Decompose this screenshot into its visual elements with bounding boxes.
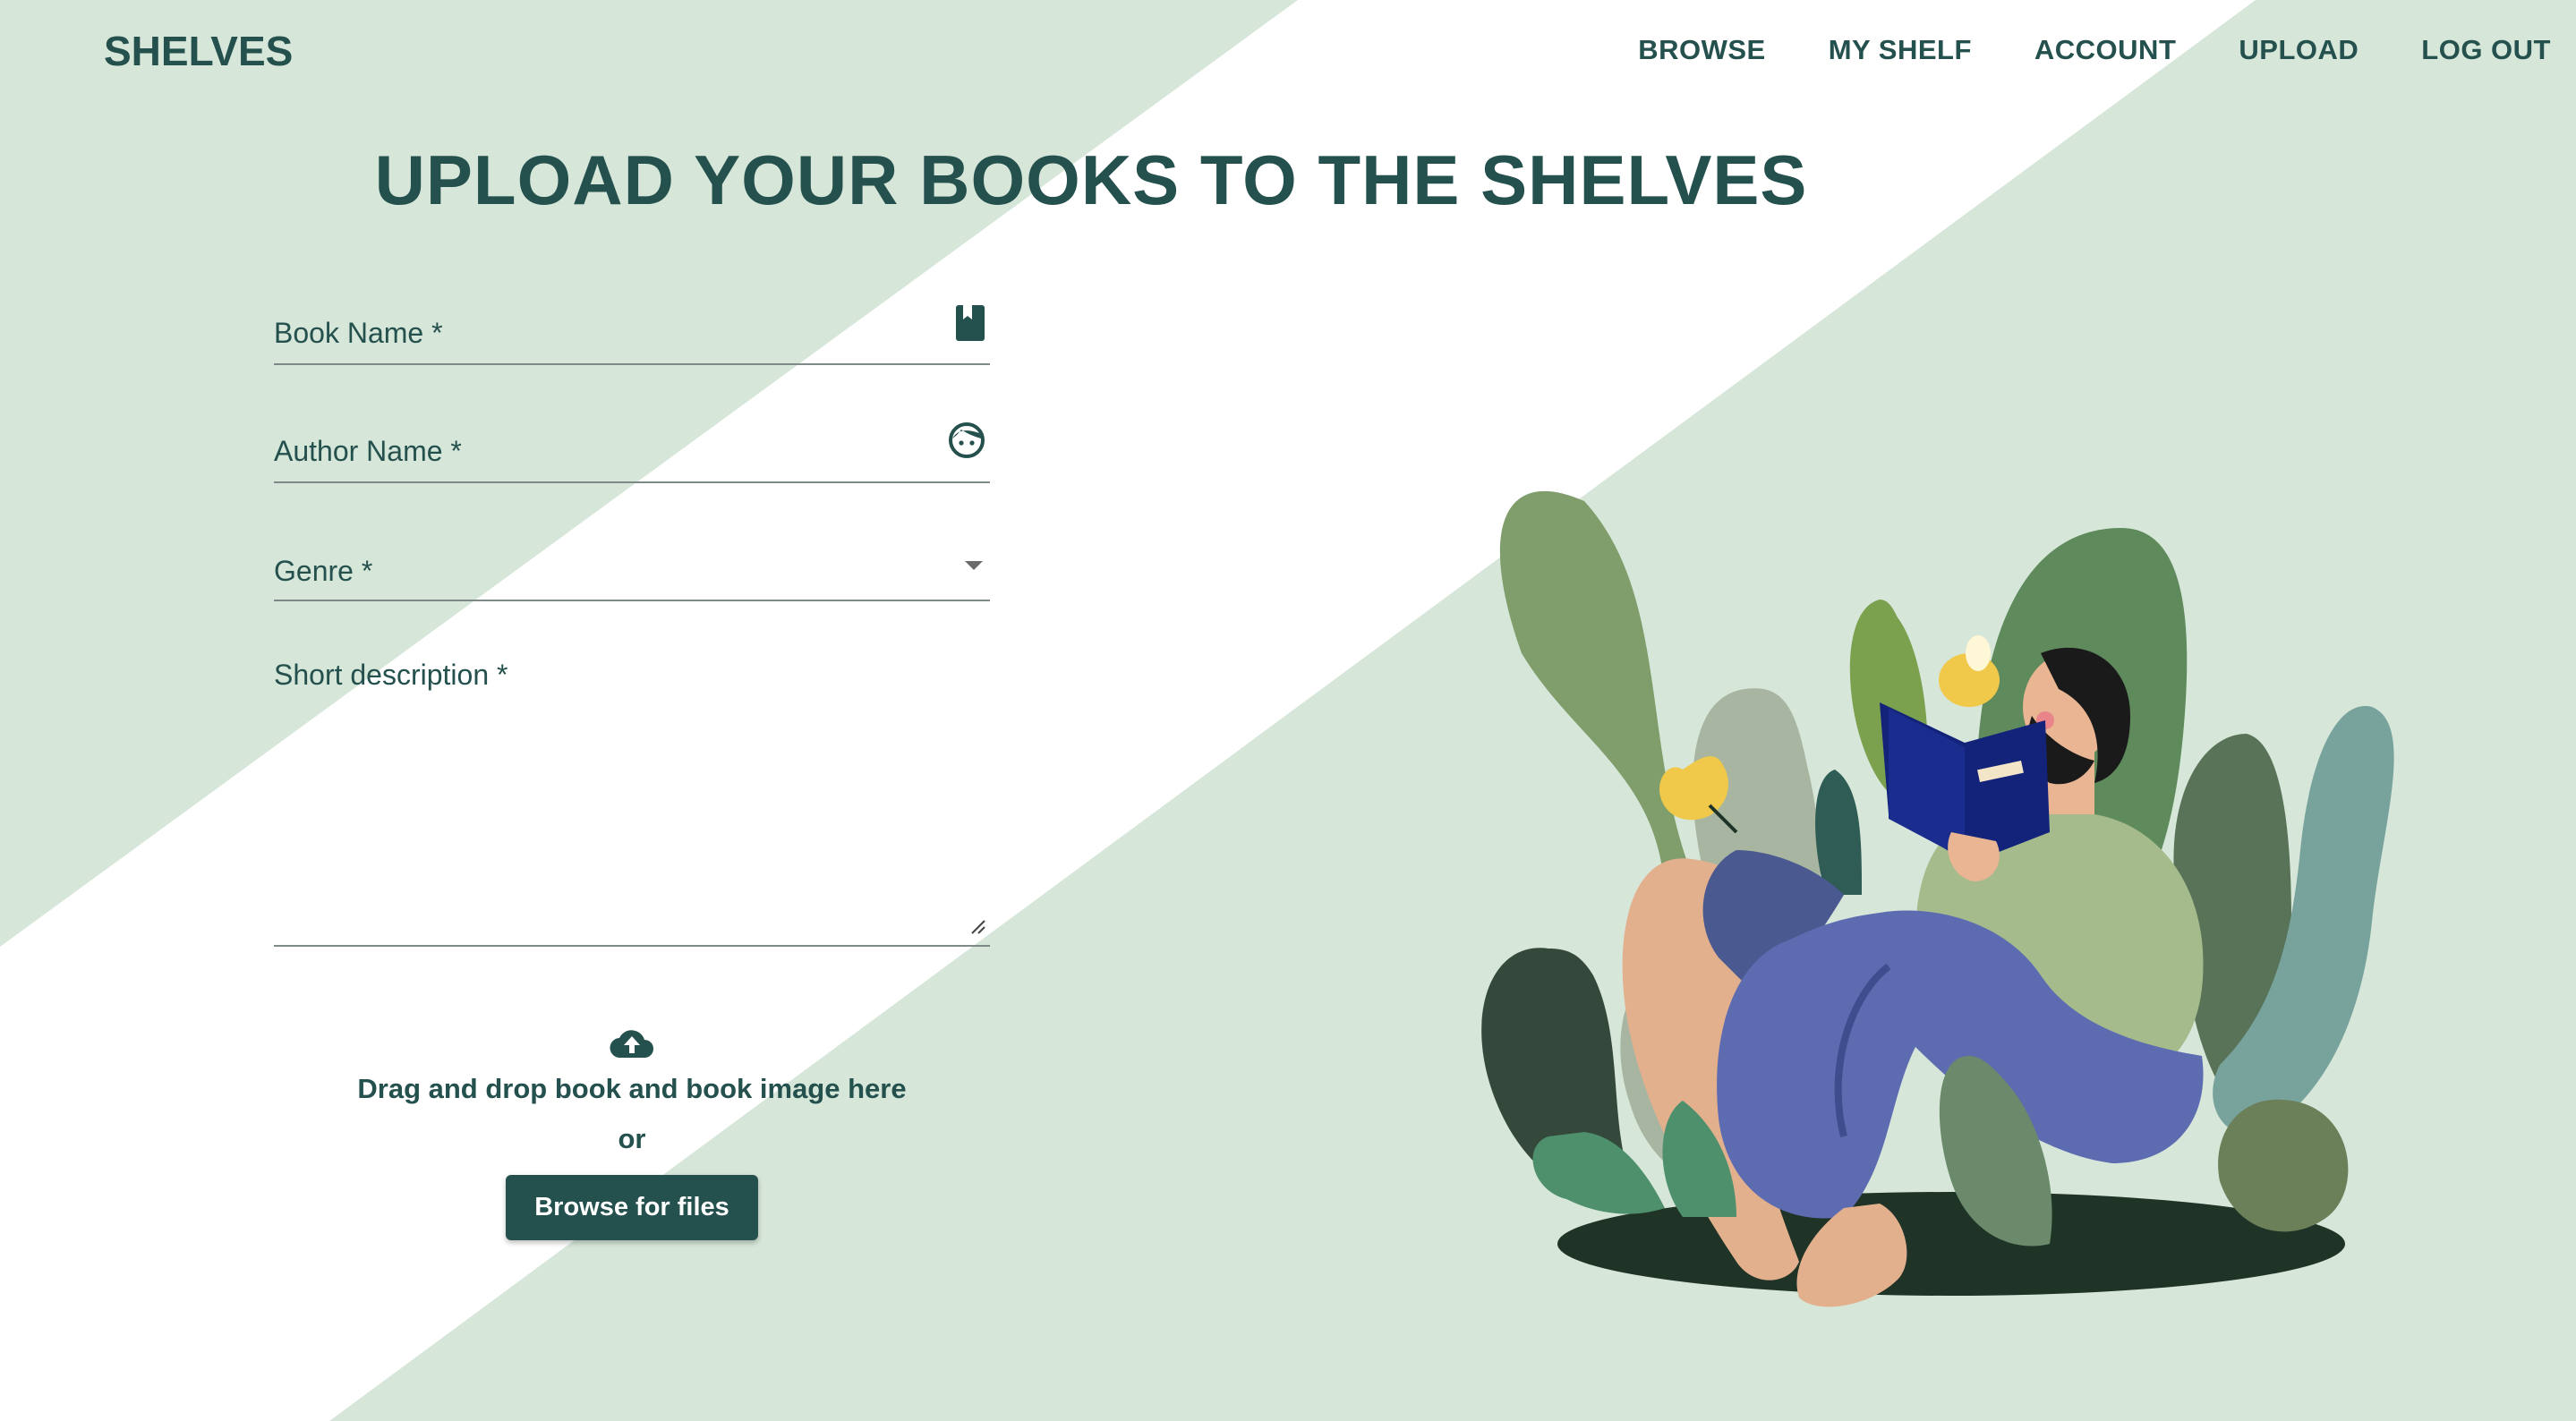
genre-select[interactable]: Genre *: [274, 532, 990, 601]
nav-log-out[interactable]: LOG OUT: [2421, 34, 2551, 66]
description-label: Short description *: [274, 659, 508, 691]
nav-upload[interactable]: UPLOAD: [2239, 34, 2358, 66]
brand-logo[interactable]: SHELVES: [104, 27, 293, 75]
reading-person-illustration: [1481, 490, 2394, 1307]
cloud-upload-icon: [274, 1029, 990, 1064]
book-name-field[interactable]: Book Name *: [274, 295, 990, 365]
browse-files-button[interactable]: Browse for files: [506, 1175, 758, 1240]
face-icon: [947, 421, 986, 464]
nav-account[interactable]: ACCOUNT: [2034, 34, 2177, 66]
nav-browse[interactable]: BROWSE: [1638, 34, 1766, 66]
page-title: UPLOAD YOUR BOOKS TO THE SHELVES: [374, 140, 1808, 219]
nav-my-shelf[interactable]: MY SHELF: [1829, 34, 1972, 66]
book-name-label: Book Name *: [274, 317, 443, 349]
description-textarea[interactable]: Short description *: [274, 650, 990, 947]
nav-menu: BROWSE MY SHELF ACCOUNT UPLOAD LOG OUT: [1638, 34, 2551, 66]
resize-handle-icon[interactable]: [968, 917, 986, 940]
navbar: SHELVES BROWSE MY SHELF ACCOUNT UPLOAD L…: [0, 0, 2576, 106]
dropzone-text: Drag and drop book and book image here: [357, 1073, 907, 1104]
dropdown-arrow-icon[interactable]: [961, 558, 986, 577]
upload-form: Book Name * Author Name * Genre * Short …: [274, 295, 990, 947]
genre-label: Genre *: [274, 555, 373, 587]
file-dropzone[interactable]: Drag and drop book and book image here o…: [274, 1029, 990, 1240]
author-name-field[interactable]: Author Name *: [274, 413, 990, 483]
author-name-label: Author Name *: [274, 435, 462, 467]
dropzone-or: or: [618, 1123, 646, 1154]
book-icon: [954, 304, 986, 346]
